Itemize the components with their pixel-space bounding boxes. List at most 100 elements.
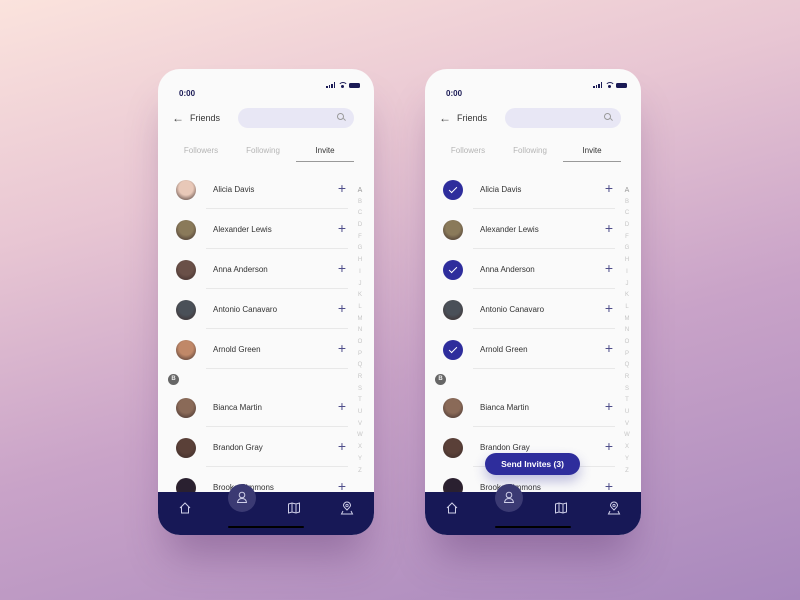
alphabet-letter-r[interactable]: R	[625, 372, 629, 384]
alphabet-letter-w[interactable]: W	[357, 430, 363, 442]
back-arrow-icon[interactable]: ←	[439, 112, 451, 124]
alphabet-letter-d[interactable]: D	[358, 220, 362, 232]
selected-checkmark[interactable]	[443, 180, 463, 200]
add-icon[interactable]: +	[605, 261, 613, 275]
alphabet-letter-c[interactable]: C	[358, 208, 362, 220]
alphabet-letter-c[interactable]: C	[625, 208, 629, 220]
alphabet-letter-o[interactable]: O	[625, 337, 630, 349]
contact-row[interactable]: Antonio Canavaro +	[443, 289, 615, 329]
alphabet-letter-m[interactable]: M	[625, 314, 630, 326]
search-icon[interactable]	[604, 113, 611, 120]
alphabet-letter-f[interactable]: F	[358, 232, 362, 244]
alphabet-letter-b[interactable]: B	[625, 197, 629, 209]
alphabet-letter-y[interactable]: Y	[358, 454, 362, 466]
alphabet-letter-h[interactable]: H	[625, 255, 629, 267]
location-pin-icon[interactable]	[340, 501, 354, 515]
add-icon[interactable]: +	[605, 341, 613, 355]
alphabet-letter-g[interactable]: G	[625, 243, 630, 255]
alphabet-letter-w[interactable]: W	[624, 430, 630, 442]
search-input[interactable]	[238, 108, 354, 128]
avatar[interactable]	[176, 220, 196, 240]
contact-row[interactable]: Alicia Davis +	[176, 169, 348, 209]
avatar[interactable]	[176, 260, 196, 280]
add-icon[interactable]: +	[605, 479, 613, 493]
alphabet-letter-k[interactable]: K	[625, 290, 629, 302]
alphabet-letter-j[interactable]: J	[359, 279, 362, 291]
tab-followers[interactable]: Followers	[439, 145, 497, 163]
alphabet-letter-l[interactable]: L	[358, 302, 361, 314]
alphabet-letter-p[interactable]: P	[625, 349, 629, 361]
alphabet-letter-s[interactable]: S	[625, 384, 629, 396]
alphabet-letter-v[interactable]: V	[625, 419, 629, 431]
add-icon[interactable]: +	[338, 221, 346, 235]
contact-row[interactable]: Bianca Martin +	[176, 387, 348, 427]
alphabet-letter-t[interactable]: T	[358, 395, 362, 407]
alphabet-letter-v[interactable]: V	[358, 419, 362, 431]
avatar[interactable]	[443, 220, 463, 240]
alphabet-letter-r[interactable]: R	[358, 372, 362, 384]
add-icon[interactable]: +	[605, 399, 613, 413]
alphabet-letter-a[interactable]: A	[625, 185, 630, 197]
send-invites-button[interactable]: Send Invites (3)	[485, 453, 580, 475]
alphabet-letter-i[interactable]: I	[359, 267, 361, 279]
contact-row[interactable]: Arnold Green +	[176, 329, 348, 369]
location-pin-icon[interactable]	[607, 501, 621, 515]
alphabet-letter-g[interactable]: G	[358, 243, 363, 255]
tab-following[interactable]: Following	[501, 145, 559, 163]
home-icon[interactable]	[445, 501, 459, 515]
tab-followers[interactable]: Followers	[172, 145, 230, 163]
user-icon[interactable]	[235, 490, 249, 504]
contact-row[interactable]: Antonio Canavaro +	[176, 289, 348, 329]
add-icon[interactable]: +	[338, 439, 346, 453]
alphabet-letter-k[interactable]: K	[358, 290, 362, 302]
add-icon[interactable]: +	[605, 221, 613, 235]
alphabet-letter-u[interactable]: U	[358, 407, 362, 419]
tab-following[interactable]: Following	[234, 145, 292, 163]
contact-row[interactable]: Arnold Green +	[443, 329, 615, 369]
add-icon[interactable]: +	[338, 341, 346, 355]
add-icon[interactable]: +	[338, 479, 346, 493]
avatar[interactable]	[176, 340, 196, 360]
alphabet-letter-q[interactable]: Q	[358, 360, 363, 372]
alphabet-letter-l[interactable]: L	[625, 302, 628, 314]
alphabet-letter-s[interactable]: S	[358, 384, 362, 396]
selected-checkmark[interactable]	[443, 340, 463, 360]
alphabet-letter-i[interactable]: I	[626, 267, 628, 279]
home-icon[interactable]	[178, 501, 192, 515]
avatar[interactable]	[443, 300, 463, 320]
alphabet-letter-q[interactable]: Q	[625, 360, 630, 372]
add-icon[interactable]: +	[605, 439, 613, 453]
alphabet-letter-b[interactable]: B	[358, 197, 362, 209]
search-icon[interactable]	[337, 113, 344, 120]
alphabet-letter-t[interactable]: T	[625, 395, 629, 407]
alphabet-letter-u[interactable]: U	[625, 407, 629, 419]
add-icon[interactable]: +	[338, 301, 346, 315]
avatar[interactable]	[176, 398, 196, 418]
add-icon[interactable]: +	[338, 261, 346, 275]
alphabet-letter-z[interactable]: Z	[625, 466, 629, 478]
selected-checkmark[interactable]	[443, 260, 463, 280]
add-icon[interactable]: +	[338, 399, 346, 413]
avatar[interactable]	[443, 398, 463, 418]
add-icon[interactable]: +	[605, 181, 613, 195]
alphabet-letter-m[interactable]: M	[358, 314, 363, 326]
alphabet-letter-x[interactable]: X	[358, 442, 362, 454]
alphabet-letter-o[interactable]: O	[358, 337, 363, 349]
alphabet-letter-j[interactable]: J	[626, 279, 629, 291]
alphabet-letter-y[interactable]: Y	[625, 454, 629, 466]
alphabet-letter-n[interactable]: N	[358, 325, 362, 337]
contact-row[interactable]: Alexander Lewis +	[443, 209, 615, 249]
avatar[interactable]	[176, 180, 196, 200]
contact-row[interactable]: Bianca Martin +	[443, 387, 615, 427]
contact-row[interactable]: Alexander Lewis +	[176, 209, 348, 249]
map-icon[interactable]	[287, 501, 301, 515]
add-icon[interactable]: +	[338, 181, 346, 195]
alphabet-letter-n[interactable]: N	[625, 325, 629, 337]
tab-invite[interactable]: Invite	[563, 145, 621, 162]
contact-row[interactable]: Anna Anderson +	[176, 249, 348, 289]
back-arrow-icon[interactable]: ←	[172, 112, 184, 124]
avatar[interactable]	[176, 438, 196, 458]
user-icon[interactable]	[502, 490, 516, 504]
contact-row[interactable]: Brandon Gray +	[176, 427, 348, 467]
alphabet-letter-f[interactable]: F	[625, 232, 629, 244]
